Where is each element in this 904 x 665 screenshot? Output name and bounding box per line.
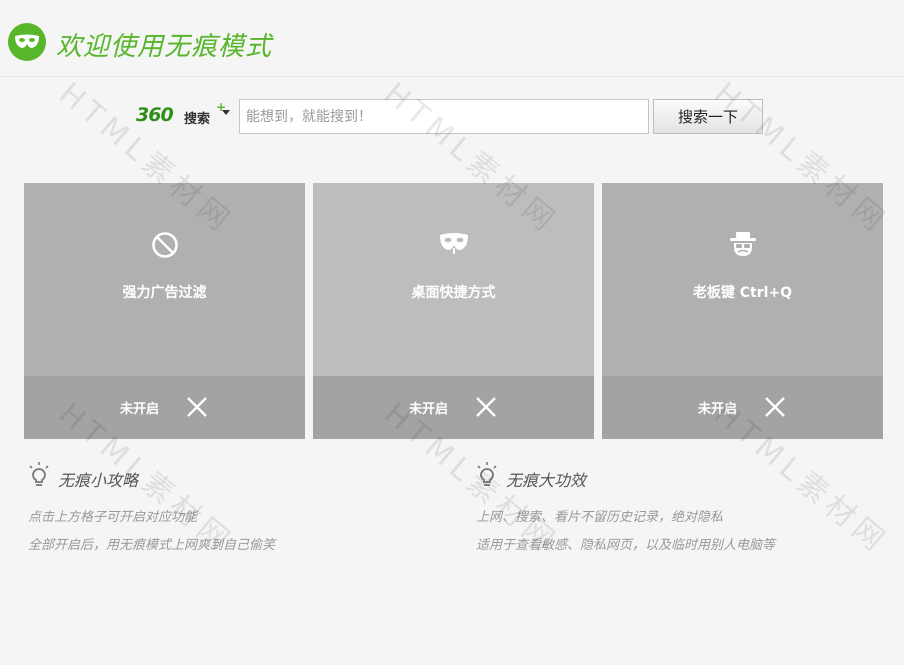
tip-line: 全部开启后，用无痕模式上网爽到自己偷笑 [28,538,276,553]
card-top[interactable]: 强力广告过滤 [24,183,305,376]
card-status-bar[interactable]: 未开启 [602,376,883,439]
card-state: 未开启 [120,402,160,417]
header: 欢迎使用无痕模式 [0,0,904,77]
search-engine-selector[interactable]: 360 搜索 + [136,100,234,128]
tip-title: 无痕大功效 [506,471,587,490]
boss-key-icon [602,231,883,261]
card-status-bar[interactable]: 未开启 [313,376,594,439]
card-boss-key[interactable]: 老板键 Ctrl+Q 未开启 [602,183,883,439]
card-state: 未开启 [698,402,738,417]
close-icon[interactable] [764,396,786,418]
card-title: 老板键 Ctrl+Q [692,285,793,301]
card-ad-filter[interactable]: 强力广告过滤 未开启 [24,183,305,439]
tip-line: 点击上方格子可开启对应功能 [28,510,198,525]
close-icon[interactable] [475,396,497,418]
search-brand-label: 搜索 [184,112,211,127]
close-icon[interactable] [186,396,208,418]
lightbulb-icon [477,462,497,486]
search-button[interactable]: 搜索一下 [653,99,763,134]
card-title: 强力广告过滤 [122,285,207,301]
tip-line: 上网、搜索、看片不留历史记录，绝对隐私 [476,510,724,525]
incognito-mask-icon [8,23,46,61]
card-desktop-shortcut[interactable]: 桌面快捷方式 未开启 [313,183,594,439]
tip-line: 适用于查看敏感、隐私网页，以及临时用别人电脑等 [476,538,776,553]
card-top[interactable]: 桌面快捷方式 [313,183,594,376]
mask-icon [313,231,594,261]
search-brand-logo: 360 [136,104,174,126]
search-input[interactable] [239,99,649,134]
card-top[interactable]: 老板键 Ctrl+Q [602,183,883,376]
tip-title: 无痕小攻略 [58,471,139,490]
card-state: 未开启 [409,402,449,417]
ad-block-icon [24,231,305,261]
card-title: 桌面快捷方式 [411,285,496,301]
chevron-down-icon[interactable] [222,110,230,115]
lightbulb-icon [29,462,49,486]
card-status-bar[interactable]: 未开启 [24,376,305,439]
page-title: 欢迎使用无痕模式 [56,32,273,62]
